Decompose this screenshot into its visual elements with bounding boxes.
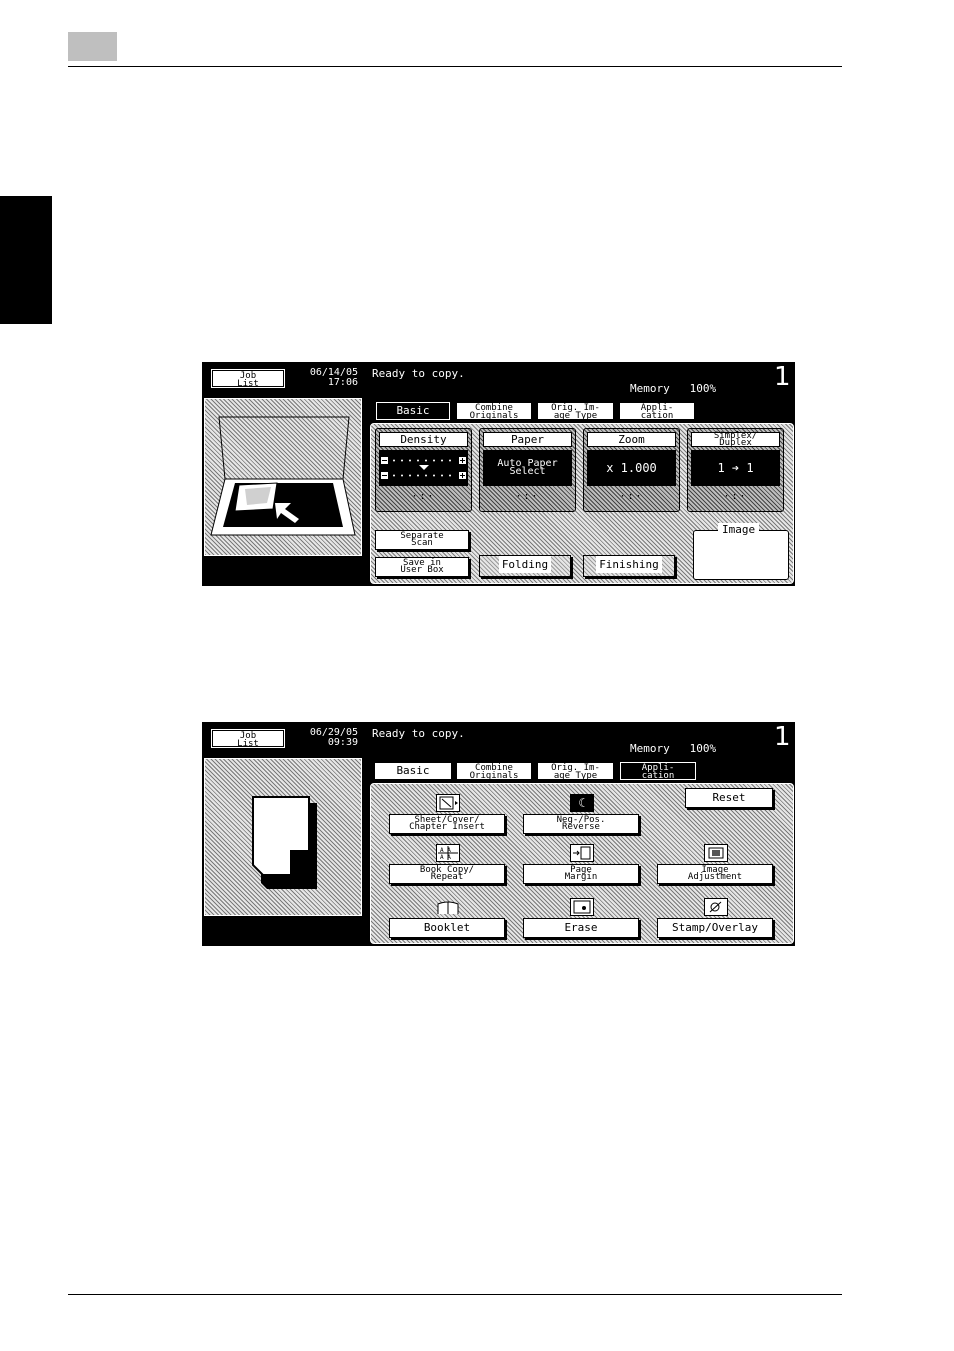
- erase-cell: Erase: [521, 892, 643, 942]
- copier-screen-basic: Job List 06/14/05 17:06 Ready to copy. M…: [202, 362, 795, 586]
- folding-button[interactable]: Folding: [479, 555, 571, 577]
- scanner-glass-icon: [210, 416, 356, 536]
- memory-indicator: Memory 100%: [630, 382, 716, 395]
- corner-mark: [502, 831, 507, 836]
- stamp-overlay-cell: Stamp/Overlay: [655, 892, 777, 942]
- corner-mark: [770, 881, 775, 886]
- original-preview: [204, 398, 362, 556]
- date-time: 06/29/05 09:39: [292, 728, 358, 748]
- chapter-number-box: [68, 32, 117, 61]
- book-copy-icon: A AA A: [436, 844, 460, 862]
- density-slider-icon: [381, 457, 466, 479]
- neg-pos-icon: ☾: [570, 794, 594, 812]
- sheet-insert-icon: [436, 794, 460, 812]
- image-settings-box: Image: [693, 523, 789, 580]
- image-adjustment-button[interactable]: Image Adjustment: [657, 864, 773, 884]
- corner-mark: [636, 881, 641, 886]
- memory-value: 100%: [689, 382, 717, 395]
- tab-application[interactable]: Appli- cation: [619, 402, 695, 421]
- document-preview-icon: [252, 796, 317, 889]
- svg-text:A A: A A: [440, 847, 451, 854]
- reset-button[interactable]: Reset: [685, 788, 773, 808]
- memory-label: Memory: [630, 382, 670, 395]
- image-adjustment-cell: Image Adjustment: [655, 838, 777, 888]
- copy-count: 1: [774, 722, 791, 752]
- density-scale[interactable]: [379, 450, 468, 486]
- corner-mark: [502, 935, 507, 940]
- date-time: 06/14/05 17:06: [292, 368, 358, 388]
- neg-pos-reverse-button[interactable]: Neg-/Pos. Reverse: [523, 814, 639, 834]
- corner-mark: [636, 935, 641, 940]
- density-title: Density: [379, 432, 468, 447]
- image-adjust-icon: [704, 844, 728, 862]
- folding-label: Folding: [498, 556, 552, 573]
- svg-text:A A: A A: [440, 854, 451, 861]
- tab-original-image-type[interactable]: Orig. Im- age Type: [537, 762, 614, 781]
- page-margin-cell: Page Margin: [521, 838, 643, 888]
- page-margin-button[interactable]: Page Margin: [523, 864, 639, 884]
- page-margin-icon: [570, 844, 594, 862]
- stamp-overlay-button[interactable]: Stamp/Overlay: [657, 918, 773, 938]
- status-message: Ready to copy.: [372, 367, 465, 380]
- paper-value: Auto Paper Select: [483, 450, 572, 486]
- basic-content: Density ·:· Paper Auto Paper Select ·:· …: [370, 423, 794, 584]
- simplex-duplex-dots: ·:·: [723, 491, 748, 502]
- booklet-cell: Booklet: [387, 892, 509, 942]
- tab-combine-originals[interactable]: Combine Originals: [456, 762, 532, 781]
- paper-dots: ·:·: [515, 491, 540, 502]
- application-content: Sheet/Cover/ Chapter Insert ☾ Neg-/Pos. …: [370, 783, 794, 944]
- image-label: Image: [718, 523, 760, 536]
- memory-indicator: Memory 100%: [630, 742, 716, 755]
- simplex-duplex-title: Simplex/ Duplex: [691, 432, 780, 448]
- job-list-button[interactable]: Job List: [210, 728, 286, 749]
- tab-bar: Basic Combine Originals Orig. Im- age Ty…: [370, 398, 794, 424]
- copy-count: 1: [774, 362, 791, 392]
- header-rule: [68, 66, 842, 67]
- booklet-icon: [436, 898, 460, 916]
- tab-original-image-type[interactable]: Orig. Im- age Type: [537, 402, 614, 421]
- tab-basic[interactable]: Basic: [374, 762, 452, 780]
- memory-value: 100%: [689, 742, 717, 755]
- corner-mark: [502, 881, 507, 886]
- paper-control[interactable]: Paper Auto Paper Select ·:·: [479, 428, 576, 512]
- simplex-duplex-value: 1 ➔ 1: [691, 450, 780, 486]
- copier-screen-application: Job List 06/29/05 09:39 Ready to copy. M…: [202, 722, 795, 946]
- tab-combine-originals[interactable]: Combine Originals: [456, 402, 532, 421]
- paper-title: Paper: [483, 432, 572, 447]
- job-list-button[interactable]: Job List: [210, 368, 286, 389]
- erase-button[interactable]: Erase: [523, 918, 639, 938]
- sheet-cover-chapter-insert-button[interactable]: Sheet/Cover/ Chapter Insert: [389, 814, 505, 834]
- zoom-dots: ·:·: [619, 491, 644, 502]
- tab-application[interactable]: Appli- cation: [620, 762, 696, 781]
- original-preview: [204, 758, 362, 916]
- zoom-value: x 1.000: [587, 450, 676, 486]
- neg-pos-reverse-cell: ☾ Neg-/Pos. Reverse: [521, 788, 643, 838]
- corner-mark: [770, 935, 775, 940]
- finishing-label: Finishing: [596, 556, 662, 573]
- density-dots: ·:·: [411, 491, 436, 502]
- separate-scan-button[interactable]: Separate Scan: [375, 530, 469, 550]
- sheet-cover-chapter-insert-cell: Sheet/Cover/ Chapter Insert: [387, 788, 509, 838]
- book-copy-repeat-button[interactable]: Book Copy/ Repeat: [389, 864, 505, 884]
- memory-label: Memory: [630, 742, 670, 755]
- zoom-control[interactable]: Zoom x 1.000 ·:·: [583, 428, 680, 512]
- tab-basic[interactable]: Basic: [376, 402, 450, 420]
- erase-icon: [570, 898, 594, 916]
- time: 09:39: [327, 737, 358, 748]
- density-control[interactable]: Density ·:·: [375, 428, 472, 512]
- save-in-user-box-button[interactable]: Save in User Box: [375, 557, 469, 577]
- finishing-button[interactable]: Finishing: [583, 555, 675, 577]
- booklet-button[interactable]: Booklet: [389, 918, 505, 938]
- zoom-title: Zoom: [587, 432, 676, 447]
- status-message: Ready to copy.: [372, 727, 465, 740]
- simplex-duplex-control[interactable]: Simplex/ Duplex 1 ➔ 1 ·:·: [687, 428, 784, 512]
- time: 17:06: [327, 377, 358, 388]
- book-copy-repeat-cell: A AA A Book Copy/ Repeat: [387, 838, 509, 888]
- tab-bar: Basic Combine Originals Orig. Im- age Ty…: [370, 758, 794, 784]
- side-chapter-tab: [0, 196, 52, 324]
- stamp-icon: [704, 898, 728, 916]
- footer-rule: [68, 1294, 842, 1295]
